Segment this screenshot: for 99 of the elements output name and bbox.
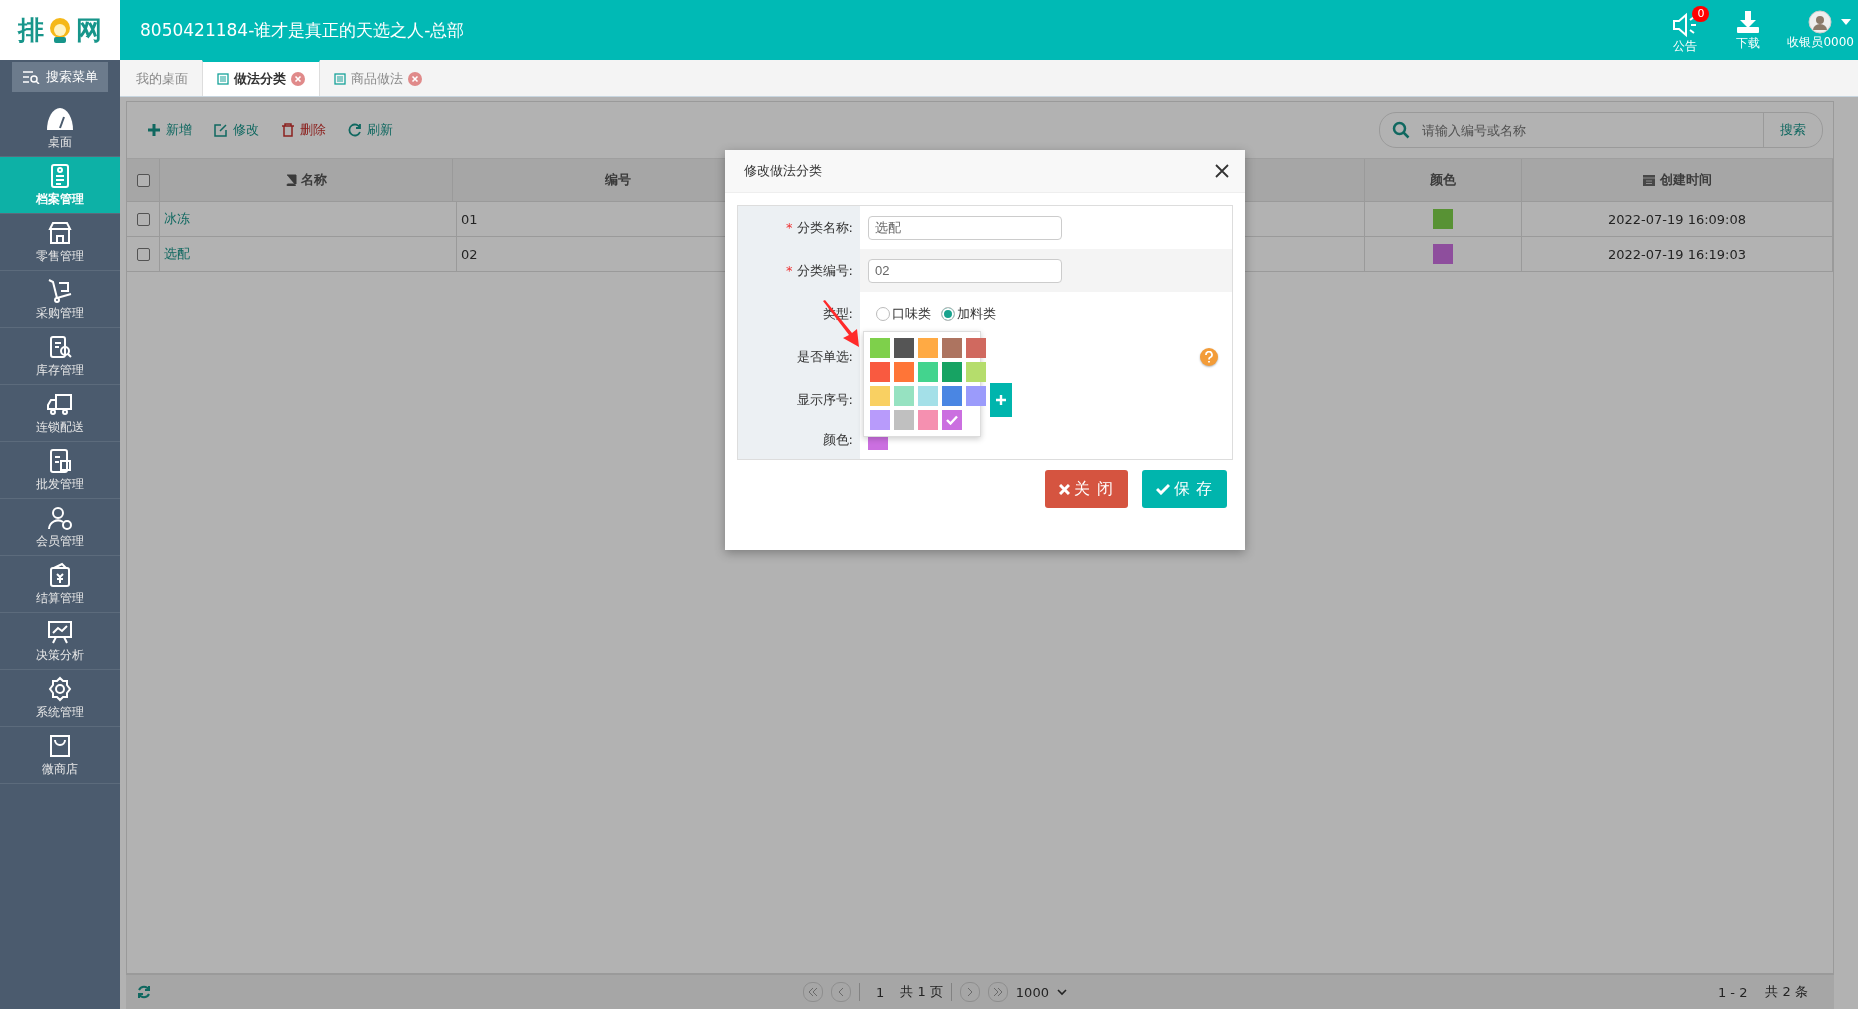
toolbar-button[interactable]: 修改 — [214, 121, 259, 139]
field-label: 显示序号: — [796, 390, 853, 409]
palette-color[interactable] — [942, 362, 962, 382]
plus-icon — [996, 394, 1006, 405]
field-label: 颜色: — [822, 431, 853, 449]
chevron-down-icon — [1056, 988, 1067, 996]
palette-color[interactable] — [918, 338, 938, 358]
name-input[interactable]: 选配 — [868, 215, 1062, 240]
close-button[interactable]: 关 闭 — [1045, 470, 1128, 508]
field-label: 分类名称: — [796, 218, 853, 237]
gauge-icon — [46, 105, 74, 132]
search-field[interactable]: 请输入编号或名称 搜索 — [1379, 112, 1823, 148]
download-icon — [1735, 8, 1762, 35]
close-tab-icon[interactable] — [291, 72, 305, 86]
name-link[interactable]: 选配 — [164, 245, 190, 263]
gear-icon — [46, 675, 74, 702]
chevron-icon — [836, 987, 846, 997]
refresh-icon — [348, 123, 362, 137]
field-label: 分类编号: — [796, 261, 853, 280]
notice-button[interactable]: 公告 0 — [1671, 5, 1710, 55]
save-button[interactable]: 保 存 — [1141, 470, 1227, 508]
palette-color[interactable] — [894, 410, 914, 430]
close-icon — [1059, 483, 1071, 495]
palette-color[interactable] — [918, 362, 938, 382]
palette-color[interactable] — [942, 338, 962, 358]
select-all-checkbox[interactable] — [136, 173, 150, 187]
palette-color[interactable] — [894, 386, 914, 406]
page-size-select[interactable]: 1000 — [1015, 984, 1067, 1000]
palette-color[interactable] — [966, 386, 986, 406]
app-title: 8050421184-谁才是真正的天选之人-总部 — [140, 18, 466, 42]
radio-option[interactable]: 加料类 — [941, 304, 996, 323]
cart-icon — [46, 276, 74, 303]
tab[interactable]: 商品做法 — [320, 61, 436, 96]
palette-color[interactable] — [870, 410, 890, 430]
double-chevron-icon — [992, 987, 1003, 997]
palette-color[interactable] — [870, 386, 890, 406]
radio-option[interactable]: 口味类 — [876, 304, 931, 323]
palette-color[interactable] — [918, 410, 938, 430]
sidebar-item[interactable]: 档案管理 — [0, 157, 120, 214]
search-button[interactable]: 搜索 — [1763, 113, 1822, 147]
annotation-arrow — [821, 299, 861, 349]
required-mark: * — [786, 220, 793, 235]
toolbar-button[interactable]: 新增 — [147, 121, 192, 139]
close-tab-icon[interactable] — [408, 71, 422, 86]
page-input[interactable]: 1 — [868, 984, 893, 1000]
tab[interactable]: 做法分类 — [202, 60, 320, 96]
plus-icon — [147, 123, 161, 137]
menu-search-button[interactable]: 搜索菜单 — [12, 62, 108, 92]
palette-color[interactable] — [966, 362, 986, 382]
row-checkbox[interactable] — [136, 247, 150, 261]
palette-color[interactable] — [942, 410, 962, 430]
close-icon[interactable] — [1215, 164, 1229, 178]
increment-button[interactable] — [990, 382, 1012, 417]
search-menu-icon — [22, 70, 40, 84]
check-icon — [946, 415, 958, 425]
search-icon — [1392, 121, 1410, 139]
avatar-icon — [1807, 9, 1832, 34]
palette-color[interactable] — [870, 362, 890, 382]
record-total: 共 2 条 — [1765, 983, 1808, 1001]
tab[interactable]: 我的桌面 — [122, 61, 202, 96]
page-count: 共 1 页 — [900, 983, 943, 1001]
palette-color[interactable] — [942, 386, 962, 406]
calendar-icon — [1642, 173, 1656, 187]
palette-color[interactable] — [870, 338, 890, 358]
logo-text: 网 — [76, 13, 102, 47]
trash-icon — [281, 123, 295, 137]
prev-page-button[interactable] — [831, 982, 851, 1002]
edit-icon — [214, 123, 228, 137]
chart-icon — [46, 618, 74, 645]
record-range: 1 - 2 — [1717, 984, 1748, 1000]
palette-color[interactable] — [894, 338, 914, 358]
row-checkbox[interactable] — [136, 212, 150, 226]
palette-color[interactable] — [966, 338, 986, 358]
user-icon — [46, 504, 74, 531]
check-icon — [1155, 483, 1170, 495]
table-cell: 2022-07-19 16:09:08 — [1522, 202, 1833, 236]
next-page-button[interactable] — [959, 982, 980, 1002]
user-menu[interactable]: 收银员0000 — [1787, 9, 1854, 51]
toolbar-button[interactable]: 刷新 — [348, 121, 393, 139]
logo-text: 排 — [18, 13, 44, 47]
name-link[interactable]: 冰冻 — [164, 210, 190, 228]
column-header[interactable]: 名称 — [160, 159, 453, 201]
palette-color[interactable] — [894, 362, 914, 382]
table-cell: 2022-07-19 16:19:03 — [1522, 237, 1833, 271]
column-header[interactable]: 颜色 — [1365, 159, 1522, 201]
help-icon[interactable] — [1200, 347, 1218, 366]
code-input[interactable]: 02 — [868, 258, 1062, 283]
double-chevron-icon — [808, 987, 818, 997]
first-page-button[interactable] — [803, 982, 823, 1002]
field-label: 是否单选: — [796, 347, 853, 366]
column-header[interactable]: 创建时间 — [1522, 159, 1833, 201]
last-page-button[interactable] — [987, 982, 1008, 1002]
caret-icon — [1839, 17, 1852, 26]
download-button[interactable]: 下载 — [1735, 8, 1762, 52]
notice-badge: 0 — [1692, 5, 1710, 22]
store-icon — [46, 219, 74, 246]
palette-color[interactable] — [918, 386, 938, 406]
toolbar-button[interactable]: 删除 — [281, 121, 326, 139]
refresh-icon[interactable] — [136, 984, 152, 1000]
